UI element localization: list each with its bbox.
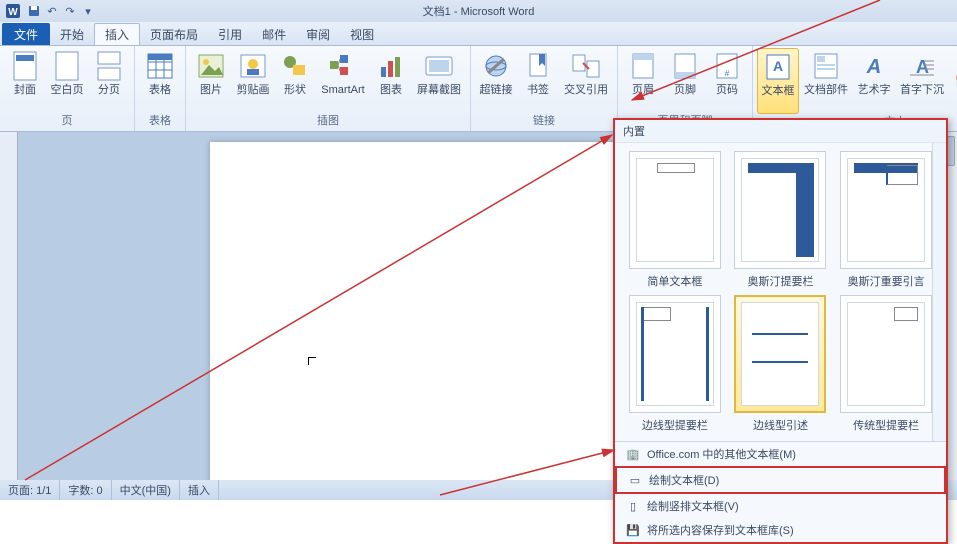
gallery-item-austin-sidebar[interactable]: 奥斯汀提要栏 [731, 151, 831, 289]
word-app-icon: W [4, 2, 22, 20]
group-label-tables: 表格 [139, 113, 181, 129]
smartart-button[interactable]: SmartArt [316, 48, 370, 113]
redo-icon[interactable]: ↷ [62, 3, 78, 19]
clipart-button[interactable]: 剪贴画 [232, 48, 274, 113]
tab-review[interactable]: 审阅 [296, 23, 340, 45]
text-cursor [308, 357, 316, 365]
status-words[interactable]: 字数: 0 [60, 480, 111, 500]
status-mode[interactable]: 插入 [180, 480, 219, 500]
group-label-pages: 页 [4, 113, 130, 129]
window-title: 文档1 - Microsoft Word [423, 3, 535, 19]
group-illustrations: 图片 剪贴画 形状 SmartArt 图表 屏幕截图 插图 [186, 46, 471, 131]
status-page[interactable]: 页面: 1/1 [0, 480, 60, 500]
menu-draw-vertical-textbox[interactable]: ▯绘制竖排文本框(V) [615, 494, 946, 518]
textbox-button[interactable]: A文本框 [757, 48, 799, 114]
group-pages: 封面 空白页 分页 页 [0, 46, 135, 131]
save-gallery-icon: 💾 [625, 522, 641, 538]
title-bar: W ↶ ↷ ▾ 文档1 - Microsoft Word [0, 0, 957, 22]
group-label-illustrations: 插图 [190, 113, 466, 129]
cover-page-button[interactable]: 封面 [4, 48, 46, 113]
svg-text:W: W [8, 7, 18, 18]
group-tables: 表格 表格 [135, 46, 186, 131]
undo-icon[interactable]: ↶ [44, 3, 60, 19]
tab-layout[interactable]: 页面布局 [140, 23, 208, 45]
quickparts-button[interactable]: 文档部件 [799, 48, 853, 114]
gallery-item-traditional-sidebar[interactable]: 传统型提要栏 [836, 295, 936, 433]
svg-text:A: A [866, 56, 881, 78]
footer-button[interactable]: 页脚 [664, 48, 706, 113]
wordart-button[interactable]: A艺术字 [853, 48, 895, 114]
svg-text:A: A [773, 58, 783, 74]
office-icon: 🏢 [625, 446, 641, 462]
gallery-item-border-quote[interactable]: 边线型引述 [731, 295, 831, 433]
gallery-scrollbar[interactable] [932, 143, 946, 441]
dropdown-footer: 🏢Office.com 中的其他文本框(M) ▭绘制文本框(D) ▯绘制竖排文本… [615, 441, 946, 542]
picture-button[interactable]: 图片 [190, 48, 232, 113]
tab-file[interactable]: 文件 [2, 23, 50, 45]
dropcap-button[interactable]: A首字下沉 [895, 48, 949, 114]
vertical-ruler [0, 132, 18, 480]
datetime-button[interactable]: 📅日期和时间 [952, 71, 957, 91]
signature-line-button[interactable]: ✒签名行 ▾ [952, 50, 957, 70]
ribbon-tabs: 文件 开始 插入 页面布局 引用 邮件 审阅 视图 [0, 22, 957, 46]
tab-references[interactable]: 引用 [208, 23, 252, 45]
crossref-button[interactable]: 交叉引用 [559, 48, 613, 113]
menu-save-to-gallery[interactable]: 💾将所选内容保存到文本框库(S) [615, 518, 946, 542]
textbox-icon: ▭ [627, 472, 643, 488]
tab-mailings[interactable]: 邮件 [252, 23, 296, 45]
svg-text:#: # [725, 69, 730, 78]
shapes-button[interactable]: 形状 [274, 48, 316, 113]
svg-text:A: A [916, 57, 929, 77]
group-label-links: 链接 [475, 113, 613, 129]
menu-office-textbox[interactable]: 🏢Office.com 中的其他文本框(M) [615, 442, 946, 466]
tab-home[interactable]: 开始 [50, 23, 94, 45]
vertical-textbox-icon: ▯ [625, 498, 641, 514]
gallery-item-border-sidebar[interactable]: 边线型提要栏 [625, 295, 725, 433]
textbox-dropdown: 内置 简单文本框 奥斯汀提要栏 奥斯汀重要引言 边线型提要栏 边线型引述 传统型… [613, 118, 948, 544]
table-button[interactable]: 表格 [139, 48, 181, 113]
screenshot-button[interactable]: 屏幕截图 [412, 48, 466, 113]
tab-view[interactable]: 视图 [340, 23, 384, 45]
page-break-button[interactable]: 分页 [88, 48, 130, 113]
header-button[interactable]: 页眉 [622, 48, 664, 113]
pagenum-button[interactable]: #页码 [706, 48, 748, 113]
bookmark-button[interactable]: 书签 [517, 48, 559, 113]
tab-insert[interactable]: 插入 [94, 23, 140, 45]
qat-dropdown-icon[interactable]: ▾ [80, 3, 96, 19]
group-links: 超链接 书签 交叉引用 链接 [471, 46, 618, 131]
quick-access-toolbar: ↶ ↷ ▾ [26, 3, 96, 19]
gallery-item-austin-quote[interactable]: 奥斯汀重要引言 [836, 151, 936, 289]
dropdown-header: 内置 [615, 120, 946, 143]
gallery-item-simple[interactable]: 简单文本框 [625, 151, 725, 289]
menu-draw-textbox[interactable]: ▭绘制文本框(D) [615, 466, 946, 494]
save-icon[interactable] [26, 3, 42, 19]
object-button[interactable]: ◧对象 ▾ [952, 92, 957, 112]
textbox-gallery: 简单文本框 奥斯汀提要栏 奥斯汀重要引言 边线型提要栏 边线型引述 传统型提要栏 [615, 143, 946, 441]
chart-button[interactable]: 图表 [370, 48, 412, 113]
status-lang[interactable]: 中文(中国) [112, 480, 180, 500]
hyperlink-button[interactable]: 超链接 [475, 48, 517, 113]
blank-page-button[interactable]: 空白页 [46, 48, 88, 113]
